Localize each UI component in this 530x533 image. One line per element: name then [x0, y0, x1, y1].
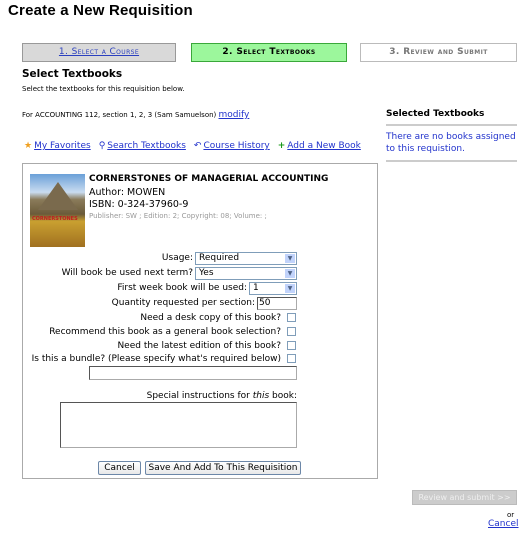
- desk-copy-checkbox[interactable]: [287, 313, 296, 322]
- next-term-label: Will book be used next term?: [61, 268, 193, 278]
- link-course-history[interactable]: ↶ Course History: [194, 141, 270, 151]
- latest-edition-checkbox[interactable]: [287, 341, 296, 350]
- next-term-select[interactable]: Yes ▼: [195, 267, 297, 280]
- usage-label: Usage:: [161, 253, 193, 263]
- desk-copy-label: Need a desk copy of this book?: [140, 313, 281, 323]
- star-icon: ★: [24, 141, 33, 151]
- special-prefix: Special instructions for: [146, 391, 253, 401]
- first-week-label: First week book will be used:: [117, 283, 247, 293]
- or-text: or: [507, 511, 515, 519]
- footer-cancel-link[interactable]: Cancel: [488, 519, 519, 529]
- page-title: Create a New Requisition: [8, 2, 193, 19]
- course-info: For ACCOUNTING 112, section 1, 2, 3 (Sam…: [22, 110, 249, 120]
- step-select-course[interactable]: 1. Select a Course: [22, 43, 176, 62]
- cancel-button[interactable]: Cancel: [98, 461, 141, 475]
- book-author: Author: MOWEN: [89, 187, 166, 198]
- book-isbn: ISBN: 0-324-37960-9: [89, 199, 189, 210]
- search-textbooks-link[interactable]: Search Textbooks: [107, 141, 186, 151]
- book-publisher: Publisher: SW ; Edition: 2; Copyright: 0…: [89, 212, 267, 220]
- bundle-label: Is this a bundle? (Please specify what's…: [31, 354, 281, 364]
- special-instructions-textarea[interactable]: [60, 402, 297, 448]
- next-term-value: Yes: [199, 268, 214, 278]
- link-search-textbooks[interactable]: ⚲ Search Textbooks: [99, 141, 186, 151]
- step-select-course-link[interactable]: 1. Select a Course: [59, 47, 139, 57]
- latest-edition-label: Need the latest edition of this book?: [117, 341, 281, 351]
- add-new-book-link[interactable]: Add a New Book: [287, 141, 361, 151]
- chevron-down-icon: ▼: [285, 254, 295, 263]
- search-icon: ⚲: [98, 141, 106, 151]
- course-history-link[interactable]: Course History: [203, 141, 269, 151]
- bundle-checkbox[interactable]: [287, 354, 296, 363]
- plus-icon: +: [277, 141, 286, 151]
- special-instructions-label: Special instructions for this book:: [147, 391, 297, 401]
- history-icon: ↶: [193, 141, 202, 151]
- step-select-textbooks: 2. Select Textbooks: [191, 43, 347, 62]
- review-submit-button[interactable]: Review and submit >>: [412, 490, 517, 505]
- first-week-select[interactable]: 1 ▼: [249, 282, 297, 295]
- book-links: ★ My Favorites ⚲ Search Textbooks ↶ Course …: [24, 141, 361, 151]
- section-heading: Select Textbooks: [22, 68, 123, 80]
- usage-select[interactable]: Required ▼: [195, 252, 297, 265]
- recommend-label: Recommend this book as a general book se…: [49, 327, 281, 337]
- first-week-value: 1: [253, 283, 259, 293]
- my-favorites-link[interactable]: My Favorites: [34, 141, 91, 151]
- save-and-add-button[interactable]: Save And Add To This Requisition: [145, 461, 301, 475]
- usage-value: Required: [199, 253, 240, 263]
- cover-text: CORNERSTONES: [32, 216, 78, 222]
- section-subtitle: Select the textbooks for this requisitio…: [22, 85, 185, 93]
- modify-link[interactable]: modify: [219, 110, 250, 120]
- chevron-down-icon: ▼: [285, 269, 295, 278]
- recommend-checkbox[interactable]: [287, 327, 296, 336]
- link-add-new-book[interactable]: + Add a New Book: [278, 141, 361, 151]
- selected-textbooks-heading: Selected Textbooks: [386, 109, 517, 126]
- quantity-label: Quantity requested per section:: [111, 298, 255, 308]
- selected-textbooks-empty: There are no books assigned to this requ…: [386, 131, 517, 162]
- quantity-input[interactable]: 50: [257, 297, 297, 310]
- book-title: CORNERSTONES OF MANAGERIAL ACCOUNTING: [89, 174, 329, 184]
- book-cover-image: CORNERSTONES: [30, 174, 85, 247]
- step-review-submit: 3. Review and Submit: [360, 43, 517, 62]
- bundle-input[interactable]: [89, 366, 297, 380]
- special-em: this: [252, 391, 270, 401]
- course-info-text: For ACCOUNTING 112, section 1, 2, 3 (Sam…: [22, 111, 217, 119]
- chevron-down-icon: ▼: [285, 284, 295, 293]
- special-suffix: book:: [269, 391, 297, 401]
- link-my-favorites[interactable]: ★ My Favorites: [24, 141, 91, 151]
